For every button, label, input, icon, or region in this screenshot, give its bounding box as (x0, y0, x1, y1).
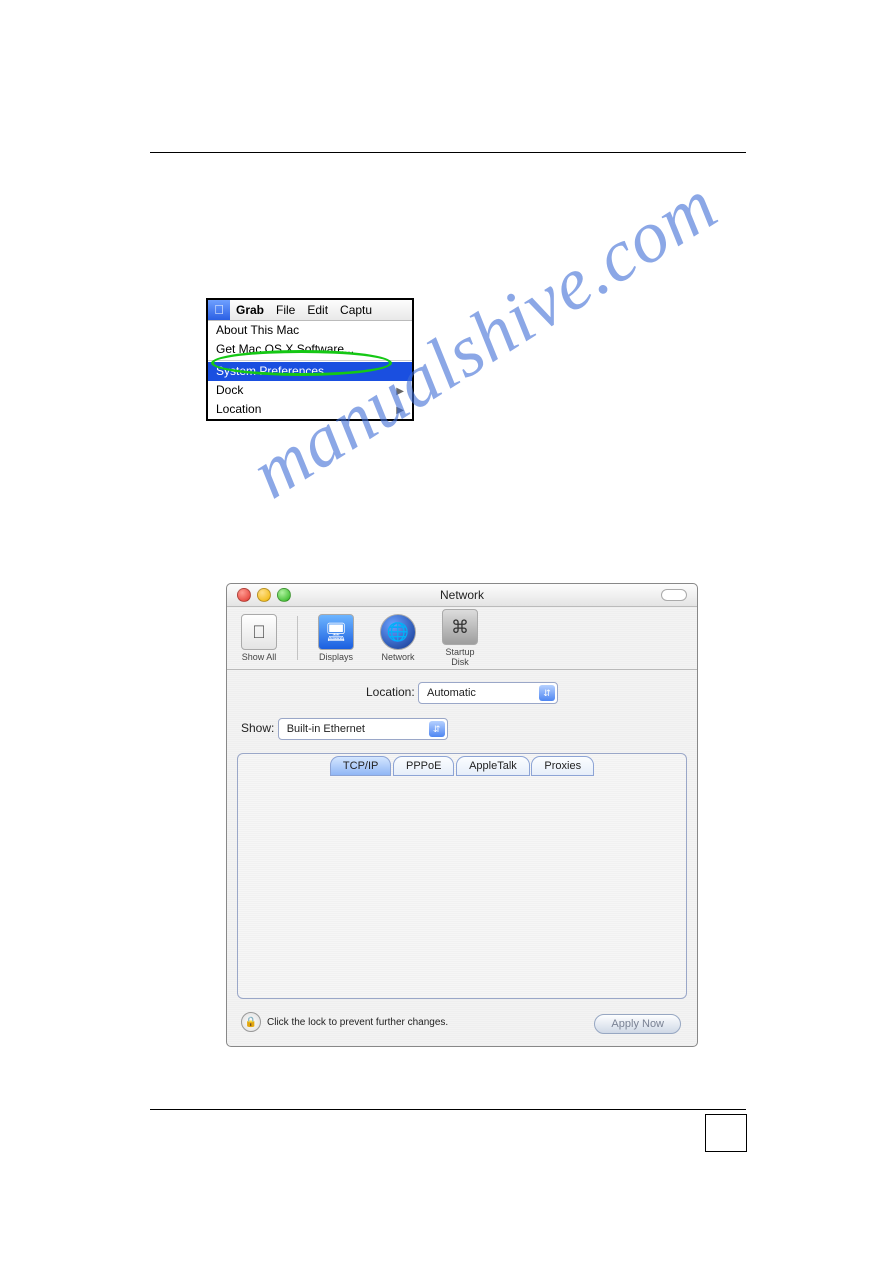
apple-logo-icon[interactable]:  (208, 300, 230, 320)
page-number-box (705, 1114, 747, 1152)
toolbar-label: Show All (235, 652, 283, 662)
chevron-updown-icon: ⇵ (539, 685, 555, 701)
toolbar-displays[interactable]: 🖥 Displays (312, 614, 360, 662)
menubar-edit[interactable]: Edit (301, 303, 334, 317)
menubar-capture[interactable]: Captu (334, 303, 378, 317)
minimize-icon[interactable] (257, 588, 271, 602)
window-titlebar: Network (227, 584, 697, 607)
page-top-rule (150, 152, 746, 153)
tab-label: Proxies (544, 760, 581, 772)
window-title: Network (227, 584, 697, 606)
toolbar-label: Displays (312, 652, 360, 662)
menu-item-label: Location (216, 402, 261, 416)
page-bottom-rule (150, 1109, 746, 1110)
menu-item-label: Get Mac OS X Software... (216, 342, 354, 356)
toolbar:  Show All 🖥 Displays 🌐 Network ⌘ Startu… (227, 607, 697, 670)
menu-item-label: System Preferences... (216, 364, 334, 378)
menu-about-this-mac[interactable]: About This Mac (208, 321, 412, 340)
toolbar-startup-disk[interactable]: ⌘ Startup Disk (436, 609, 484, 667)
submenu-arrow-icon: ▶ (396, 383, 404, 400)
network-preferences-window: Network  Show All 🖥 Displays 🌐 Network … (226, 583, 698, 1047)
apply-now-button[interactable]: Apply Now (594, 1014, 681, 1034)
panel-frame (237, 753, 687, 999)
menu-location[interactable]: Location ▶ (208, 400, 412, 419)
toolbar-separator (297, 616, 298, 660)
toolbar-label: Startup Disk (436, 647, 484, 667)
apply-label: Apply Now (611, 1018, 664, 1030)
apple-menu-body: About This Mac Get Mac OS X Software... … (208, 321, 412, 419)
toolbar-label: Network (374, 652, 422, 662)
menu-system-preferences[interactable]: System Preferences... (208, 362, 412, 381)
location-label: Location: (366, 685, 415, 699)
location-select[interactable]: Automatic ⇵ (418, 682, 558, 704)
menubar-app[interactable]: Grab (230, 303, 270, 317)
show-row: Show: Built-in Ethernet ⇵ (241, 718, 697, 740)
displays-icon: 🖥 (318, 614, 354, 650)
menu-item-label: About This Mac (216, 323, 299, 337)
menu-dock[interactable]: Dock ▶ (208, 381, 412, 400)
chevron-updown-icon: ⇵ (429, 721, 445, 737)
submenu-arrow-icon: ▶ (396, 402, 404, 419)
location-row: Location: Automatic ⇵ (227, 682, 697, 704)
show-select[interactable]: Built-in Ethernet ⇵ (278, 718, 448, 740)
menu-get-software[interactable]: Get Mac OS X Software... (208, 340, 412, 359)
close-icon[interactable] (237, 588, 251, 602)
menubar-file[interactable]: File (270, 303, 301, 317)
location-value: Automatic (427, 687, 476, 699)
menu-item-label: Dock (216, 383, 243, 397)
network-icon: 🌐 (380, 614, 416, 650)
toolbar-network[interactable]: 🌐 Network (374, 614, 422, 662)
show-value: Built-in Ethernet (287, 723, 365, 735)
show-label: Show: (241, 721, 274, 735)
tab-tcpip[interactable]: TCP/IP (330, 756, 391, 776)
menubar:  Grab File Edit Captu (208, 300, 412, 321)
zoom-icon[interactable] (277, 588, 291, 602)
lock-text: Click the lock to prevent further change… (267, 1017, 448, 1028)
toolbar-toggle-icon[interactable] (661, 589, 687, 601)
tab-label: TCP/IP (343, 760, 378, 772)
show-all-icon:  (241, 614, 277, 650)
tab-label: PPPoE (406, 760, 441, 772)
tab-appletalk[interactable]: AppleTalk (456, 756, 530, 776)
traffic-lights (237, 588, 291, 602)
menu-separator (208, 360, 412, 361)
tab-proxies[interactable]: Proxies (531, 756, 594, 776)
lock-icon[interactable]: 🔒 (241, 1012, 261, 1032)
tab-label: AppleTalk (469, 760, 517, 772)
lock-row: 🔒 Click the lock to prevent further chan… (241, 1012, 448, 1032)
apple-menu-screenshot:  Grab File Edit Captu About This Mac Ge… (206, 298, 414, 421)
startup-disk-icon: ⌘ (442, 609, 478, 645)
toolbar-show-all[interactable]:  Show All (235, 614, 283, 662)
tab-pppoe[interactable]: PPPoE (393, 756, 454, 776)
